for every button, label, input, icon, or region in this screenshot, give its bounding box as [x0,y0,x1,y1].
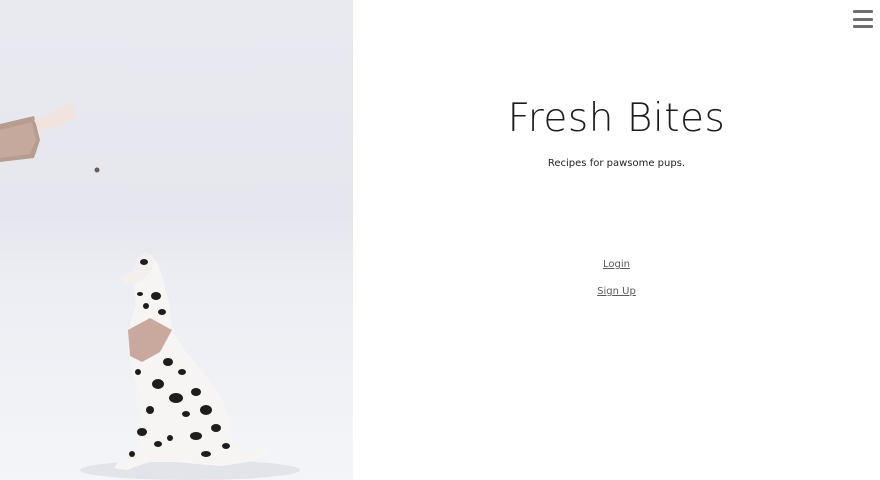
hamburger-menu-icon[interactable] [853,10,873,28]
page-subtitle: Recipes for pawsome pups. [547,158,686,169]
page-title: Fresh Bites [507,96,726,141]
menu-bar-top [853,10,873,13]
main-content: Fresh Bites Recipes for pawsome pups. Lo… [353,0,880,480]
menu-bar-middle [853,17,873,21]
login-link[interactable]: Login [353,259,880,271]
auth-links: Login Sign Up [353,259,880,313]
dalmatian-photo [0,102,300,480]
hero-image [0,0,353,480]
signup-link[interactable]: Sign Up [353,286,880,298]
page: Fresh Bites Recipes for pawsome pups. Lo… [0,0,880,480]
menu-bar-bottom [853,25,873,28]
